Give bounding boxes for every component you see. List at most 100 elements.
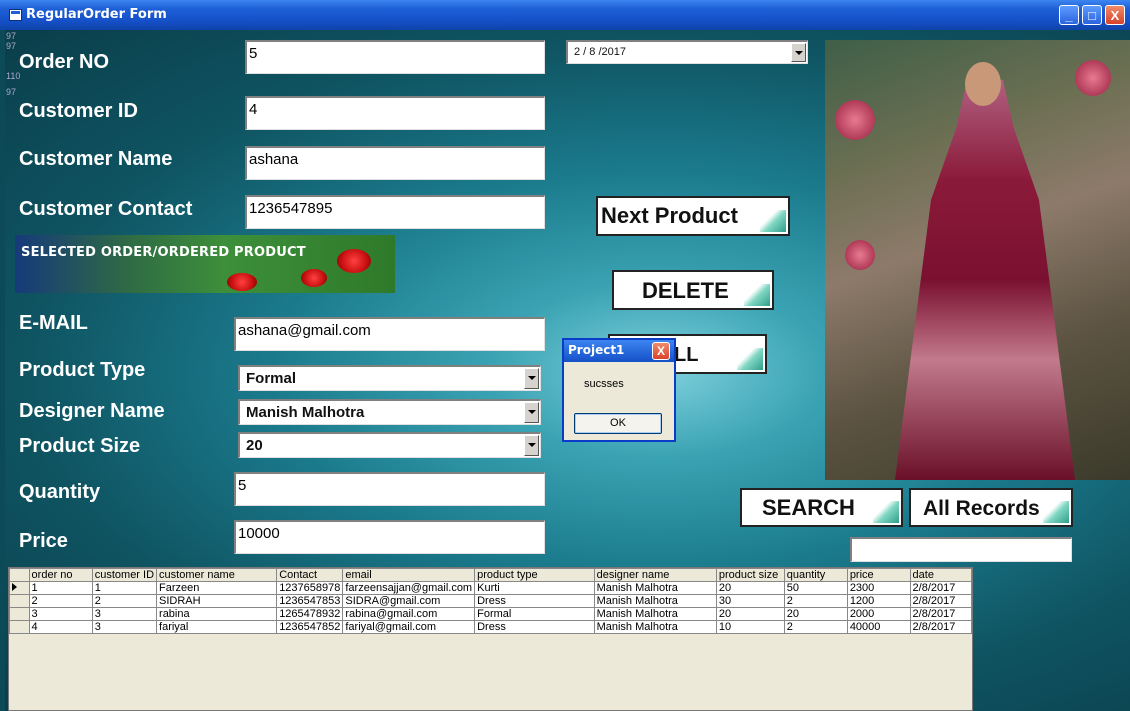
table-cell[interactable]: 3 [28,607,93,621]
table-cell[interactable]: 30 [715,594,785,608]
row-selector[interactable] [9,620,30,634]
dialog-title: Project1 [568,343,625,357]
table-row[interactable]: 3 3 rabina 1265478932 rabina@gmail.com Formal… [9,607,972,621]
table-cell[interactable]: Manish Malhotra [593,607,717,621]
email-field[interactable]: ashana@gmail.com [234,317,545,351]
app-icon [9,9,22,21]
date-picker[interactable]: 2 / 8 /2017 [566,40,808,64]
photo-dress [895,80,1075,480]
table-cell[interactable]: 2/8/2017 [909,607,972,621]
table-cell[interactable]: Dress [474,620,595,634]
close-button[interactable]: X [1105,5,1125,25]
table-cell[interactable]: Manish Malhotra [593,581,717,595]
table-cell[interactable]: 2 [783,594,848,608]
table-row[interactable]: 2 2 SIDRAH 1236547853 SIDRA@gmail.com Dress Ma… [9,594,972,608]
table-cell[interactable]: 4 [28,620,93,634]
table-cell[interactable]: fariyal@gmail.com [342,620,476,634]
table-cell[interactable]: 2300 [846,581,911,595]
column-header[interactable]: order no [28,568,93,582]
table-cell[interactable]: 1236547853 [276,594,344,608]
order-no-field[interactable]: 5 [245,40,545,74]
column-header[interactable]: Contact [276,568,344,582]
debug-number: 97 [6,87,17,97]
dialog-ok-button[interactable]: OK [574,413,662,434]
orders-grid[interactable]: order no customer ID customer name Conta… [8,567,973,711]
table-cell[interactable]: 1265478932 [276,607,344,621]
button-shine [873,501,899,523]
table-cell[interactable]: 1 [28,581,93,595]
table-cell[interactable]: 2 [783,620,848,634]
row-selector-header [9,568,30,582]
column-header[interactable]: email [342,568,476,582]
table-cell[interactable]: Kurti [474,581,595,595]
table-row[interactable]: 1 1 Farzeen 1237658978 farzeensajjan@gmail.c… [9,581,972,595]
column-header[interactable]: product type [474,568,595,582]
table-cell[interactable]: Manish Malhotra [593,620,717,634]
designer-name-select[interactable]: Manish Malhotra [238,399,541,425]
table-row[interactable]: 4 3 fariyal 1236547852 fariyal@gmail.com Dres… [9,620,972,634]
row-selector[interactable] [9,594,30,608]
chevron-down-icon[interactable] [524,435,539,456]
price-field[interactable]: 10000 [234,520,545,554]
table-cell[interactable]: 20 [715,581,785,595]
column-header[interactable]: customer name [156,568,278,582]
table-cell[interactable]: Farzeen [156,581,278,595]
column-header[interactable]: date [909,568,972,582]
column-header[interactable]: customer ID [91,568,158,582]
table-cell[interactable]: 2 [28,594,93,608]
table-cell[interactable]: 3 [91,620,158,634]
row-selector[interactable] [9,607,30,621]
chevron-down-icon[interactable] [791,43,806,62]
table-cell[interactable]: rabina@gmail.com [342,607,476,621]
table-cell[interactable]: Manish Malhotra [593,594,717,608]
button-shine [744,284,770,306]
row-selector[interactable] [9,581,30,595]
customer-id-field[interactable]: 4 [245,96,545,130]
quantity-field[interactable]: 5 [234,472,545,506]
table-cell[interactable]: 2 [91,594,158,608]
table-cell[interactable]: 20 [715,607,785,621]
photo-flower [835,100,875,140]
table-cell[interactable]: 2/8/2017 [909,594,972,608]
all-records-button[interactable]: All Records [909,488,1073,527]
column-header[interactable]: designer name [593,568,717,582]
table-cell[interactable]: SIDRAH [156,594,278,608]
table-cell[interactable]: 10 [715,620,785,634]
table-cell[interactable]: fariyal [156,620,278,634]
chevron-down-icon[interactable] [524,402,539,423]
next-product-button[interactable]: Next Product [596,196,790,236]
table-cell[interactable]: 1200 [846,594,911,608]
table-cell[interactable]: 3 [91,607,158,621]
table-cell[interactable]: rabina [156,607,278,621]
table-cell[interactable]: 2000 [846,607,911,621]
column-header[interactable]: product size [715,568,785,582]
table-cell[interactable]: SIDRA@gmail.com [342,594,476,608]
chevron-down-icon[interactable] [524,368,539,389]
order-no-label: Order NO [19,51,110,73]
table-cell[interactable]: farzeensajjan@gmail.com [342,581,476,595]
table-cell[interactable]: 20 [783,607,848,621]
table-cell[interactable]: Dress [474,594,595,608]
minimize-button[interactable]: _ [1059,5,1079,25]
customer-name-field[interactable]: ashana [245,146,545,180]
table-cell[interactable]: 1237658978 [276,581,344,595]
dialog-close-button[interactable]: X [652,342,670,360]
column-header[interactable]: price [846,568,911,582]
table-cell[interactable]: Formal [474,607,595,621]
search-button[interactable]: SEARCH [740,488,903,527]
table-cell[interactable]: 50 [783,581,848,595]
table-cell[interactable]: 40000 [846,620,911,634]
table-cell[interactable]: 2/8/2017 [909,620,972,634]
table-cell[interactable]: 1 [91,581,158,595]
search-input[interactable] [850,537,1072,562]
column-header[interactable]: quantity [783,568,848,582]
customer-id-label: Customer ID [19,100,138,122]
table-cell[interactable]: 2/8/2017 [909,581,972,595]
table-cell[interactable]: 1236547852 [276,620,344,634]
customer-contact-field[interactable]: 1236547895 [245,195,545,229]
product-type-select[interactable]: Formal [238,365,541,391]
current-row-pointer-icon [12,583,17,591]
product-size-select[interactable]: 20 [238,432,541,458]
maximize-button[interactable]: □ [1082,5,1102,25]
delete-button[interactable]: DELETE [612,270,774,310]
